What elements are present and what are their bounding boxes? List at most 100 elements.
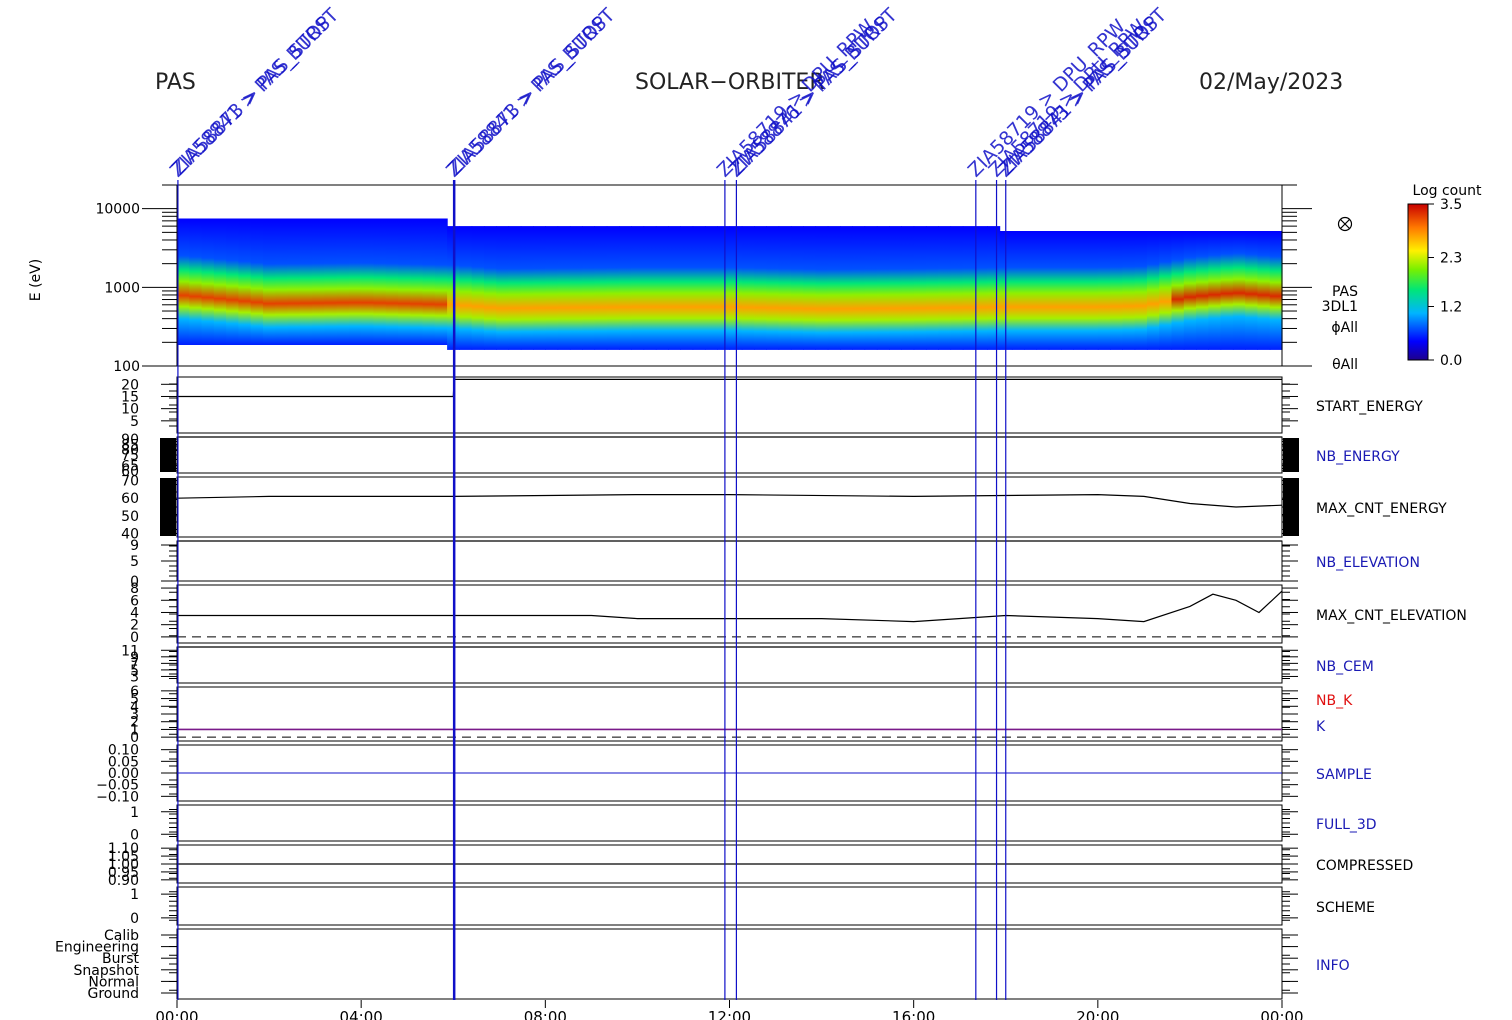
spectrogram-column [1232,231,1246,350]
spectrogram-column [226,218,239,345]
spectrogram-column [471,226,485,350]
spectrogram-column [262,218,276,345]
spectrogram-column [398,218,411,345]
spectrogram-column [680,226,694,350]
spectrogram-column [925,226,939,350]
spectrogram-column [594,226,608,350]
event-label: ZIA58841 > PAS_STOP [726,12,894,180]
spectrogram-column [1073,231,1087,350]
spectrogram-ytick-label: 1000 [104,280,140,296]
spectrogram-column [238,218,252,345]
panel-ytick-label: 1 [130,805,139,821]
spectrogram-column [1159,231,1173,350]
spectrogram-column [1269,231,1283,350]
x-tick-label: 20:00 [1076,1008,1119,1020]
panel-ytick-label: 5 [130,414,139,430]
spectrogram-column [1146,231,1160,350]
spectrogram-column [569,226,583,350]
event-label: ZIA58719 > DPU_RPW [964,15,1130,181]
panel-ytick-label: 5 [130,554,139,570]
x-tick-label: 00:00 [1260,1008,1303,1020]
panel-edge-block [160,478,176,536]
spectrogram-column [606,226,620,350]
panel-name: START_ENERGY [1316,399,1423,415]
spectrogram-column [1257,231,1271,350]
panel-ytick-label: 1 [130,887,139,903]
panel-sample: 0.100.050.00−0.05−0.10SAMPLE [96,743,1372,806]
spectrogram-column [766,226,780,350]
spectrogram-right-label: PAS [1332,284,1358,300]
spectrogram-column [717,226,731,350]
panel-name: COMPRESSED [1316,858,1413,874]
colorbar-tick-label: 0.0 [1440,353,1462,369]
panel-frame [176,646,1283,684]
spectrogram-column [913,226,927,350]
spectrogram-column [533,226,546,350]
panel-edge-block [160,438,176,472]
panel-max-cnt-elevation: 86420MAX_CNT_ELEVATION [130,581,1467,646]
spectrogram-column [1061,231,1074,350]
spectrogram-column [901,226,915,350]
spectrogram-column [754,226,767,350]
spectrogram-column [1011,231,1025,350]
panel-series-line [176,493,1283,508]
panel-ytick-label: 0 [130,911,139,927]
panel-frame [176,804,1283,842]
panel-ytick-label: 50 [121,509,139,525]
panel-ytick-label: 70 [121,474,139,490]
k-label: K [1316,719,1326,735]
spectrogram-column [741,226,755,350]
spectrogram-column [778,226,792,350]
panel-series-line [177,378,1282,398]
spectrogram-column [434,218,448,345]
x-tick-label: 12:00 [708,1008,751,1020]
spectrogram-column [299,218,313,345]
spectrogram-column [619,226,632,350]
spectrogram-column [361,218,375,345]
spectrogram-column [250,218,264,345]
panel-frame [176,886,1283,926]
event-label: ZIA58873 > PAS_STOP [444,12,612,180]
panel-ytick-label: −0.10 [96,789,139,805]
panel-name: NB_ELEVATION [1316,555,1420,571]
panel-frame [176,928,1283,1000]
spectrogram-column [1048,231,1062,350]
spectrogram-column [1183,231,1197,350]
spectrogram-column [827,226,841,350]
spectrogram-column [1171,231,1185,350]
spectrogram-column [1110,231,1123,350]
event-label: ZIA58873 > PAS_STOP [168,12,336,180]
spectrogram-column [668,226,681,350]
spectrogram-column [312,218,325,345]
spectrogram-column [840,226,853,350]
spectrogram-column [459,226,473,350]
spectrogram-column [373,218,387,345]
spectrogram-column [385,218,399,345]
spectrogram-column [631,226,645,350]
panel-name: MAX_CNT_ELEVATION [1316,608,1467,624]
spectrogram-column [582,226,596,350]
spectrogram-column [336,218,350,345]
panel-name: NB_K [1316,693,1353,709]
spectrogram-column [975,226,988,350]
panel-series-line [177,590,1283,623]
spectrogram-column [1220,231,1234,350]
panel-nb-elevation: 950NB_ELEVATION [130,538,1420,590]
spectrogram-column [938,226,952,350]
spectrogram-column [496,226,510,350]
spectrogram-column [1024,231,1038,350]
spectrogram-column [815,226,829,350]
spectrogram-column [1134,231,1148,350]
spectrogram-column [1122,231,1136,350]
spectrogram-right-label: θAll [1332,357,1358,373]
spectrogram-column [852,226,866,350]
spectrogram-column [557,226,571,350]
spectrogram-column [287,218,301,345]
panel-name: NB_CEM [1316,659,1374,675]
spectrogram-column [410,218,424,345]
spectrogram-column [483,226,497,350]
spectrogram-column [177,218,190,345]
panel-ytick-label: 60 [121,491,139,507]
spectrogram-column [889,226,902,350]
spectrogram-column [987,226,1001,350]
